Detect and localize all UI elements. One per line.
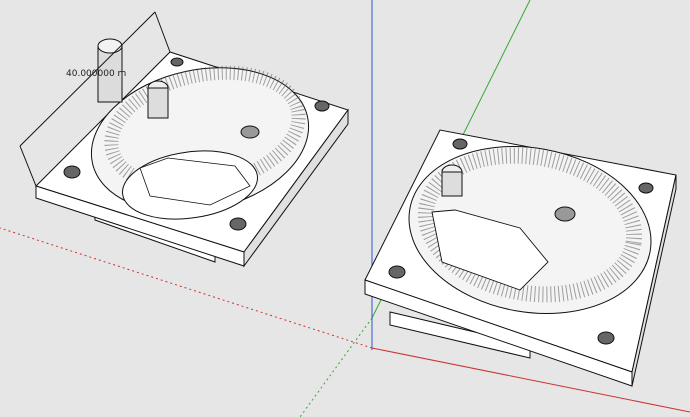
left-hole-tr [170, 57, 184, 67]
right-hole-br [597, 331, 615, 345]
dimension-label: 40.000000 m [66, 69, 126, 79]
green-axis-dotted [299, 317, 373, 417]
left-cylinder-top [97, 38, 123, 54]
left-hole-tl [63, 165, 81, 179]
left-peg-body [147, 87, 169, 119]
right-small-hole [554, 206, 576, 222]
scene-canvas[interactable]: 40.000000 m [0, 0, 690, 417]
right-hole-tl [452, 138, 468, 150]
dimension-tick-a [19, 145, 37, 187]
right-hole-tr [638, 182, 654, 194]
left-model[interactable]: 40.000000 m [19, 11, 349, 268]
dimension-tick-b [154, 11, 171, 53]
left-hole-bl [229, 217, 247, 231]
model-viewport[interactable]: 40.000000 m [0, 0, 690, 417]
right-peg-body [441, 171, 463, 197]
left-hole-br [314, 100, 330, 112]
right-hole-bl [388, 265, 406, 279]
red-axis [371, 347, 690, 413]
right-model[interactable] [364, 128, 677, 387]
left-small-hole [240, 125, 260, 139]
